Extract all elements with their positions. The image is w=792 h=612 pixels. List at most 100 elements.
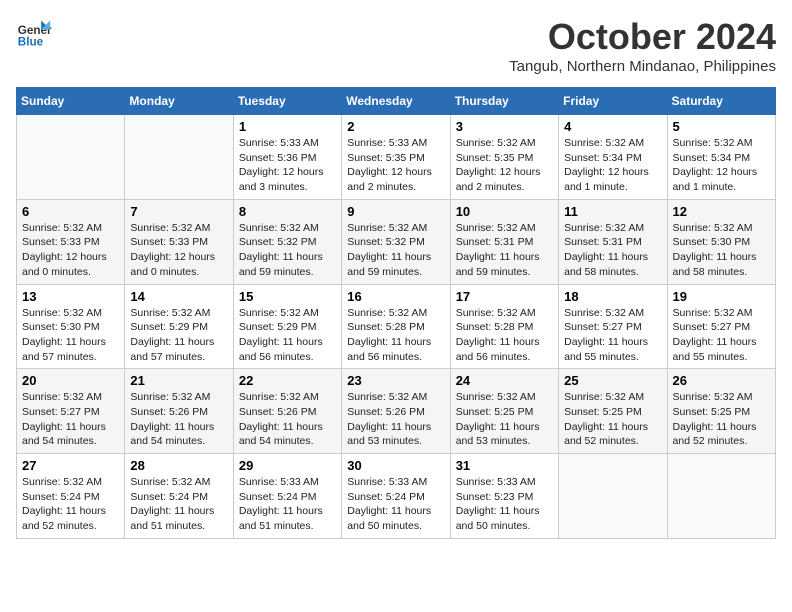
day-number: 26	[673, 373, 770, 388]
calendar-cell: 2Sunrise: 5:33 AM Sunset: 5:35 PM Daylig…	[342, 115, 450, 200]
calendar-week-row: 6 Sunrise: 5:32 AM Sunset: 5:33 PM Daylig…	[17, 199, 776, 284]
day-info: Sunrise: 5:32 AM Sunset: 5:34 PM Dayligh…	[673, 136, 770, 195]
day-number: 25	[564, 373, 661, 388]
day-number: 1	[239, 119, 336, 134]
calendar-cell: 27 Sunrise: 5:32 AM Sunset: 5:24 PM Dayli…	[17, 454, 125, 539]
calendar-week-row: 20 Sunrise: 5:32 AM Sunset: 5:27 PM Dayli…	[17, 369, 776, 454]
day-info: Sunrise: 5:32 AM Sunset: 5:33 PM Dayligh…	[22, 221, 119, 280]
day-number: 2	[347, 119, 444, 134]
calendar-header-row: SundayMondayTuesdayWednesdayThursdayFrid…	[17, 88, 776, 115]
weekday-header-tuesday: Tuesday	[233, 88, 341, 115]
day-info: Sunrise: 5:32 AM Sunset: 5:26 PM Dayligh…	[130, 390, 227, 449]
day-info: Sunrise: 5:33 AM Sunset: 5:24 PM Dayligh…	[239, 475, 336, 534]
weekday-header-friday: Friday	[559, 88, 667, 115]
day-info: Sunrise: 5:32 AM Sunset: 5:32 PM Dayligh…	[239, 221, 336, 280]
day-number: 3	[456, 119, 553, 134]
day-number: 16	[347, 289, 444, 304]
day-number: 20	[22, 373, 119, 388]
calendar-cell: 24 Sunrise: 5:32 AM Sunset: 5:25 PM Dayli…	[450, 369, 558, 454]
day-number: 14	[130, 289, 227, 304]
day-number: 22	[239, 373, 336, 388]
calendar-cell: 10 Sunrise: 5:32 AM Sunset: 5:31 PM Dayli…	[450, 199, 558, 284]
title-block: October 2024 Tangub, Northern Mindanao, …	[509, 16, 776, 75]
day-info: Sunrise: 5:32 AM Sunset: 5:27 PM Dayligh…	[673, 306, 770, 365]
weekday-header-saturday: Saturday	[667, 88, 775, 115]
day-number: 18	[564, 289, 661, 304]
day-info: Sunrise: 5:32 AM Sunset: 5:27 PM Dayligh…	[564, 306, 661, 365]
day-info: Sunrise: 5:32 AM Sunset: 5:26 PM Dayligh…	[239, 390, 336, 449]
day-info: Sunrise: 5:32 AM Sunset: 5:30 PM Dayligh…	[22, 306, 119, 365]
calendar-week-row: 27 Sunrise: 5:32 AM Sunset: 5:24 PM Dayli…	[17, 454, 776, 539]
calendar-cell: 29Sunrise: 5:33 AM Sunset: 5:24 PM Dayli…	[233, 454, 341, 539]
calendar-cell: 4Sunrise: 5:32 AM Sunset: 5:34 PM Daylig…	[559, 115, 667, 200]
calendar-cell	[125, 115, 233, 200]
day-number: 17	[456, 289, 553, 304]
calendar-cell: 6 Sunrise: 5:32 AM Sunset: 5:33 PM Daylig…	[17, 199, 125, 284]
day-info: Sunrise: 5:32 AM Sunset: 5:31 PM Dayligh…	[564, 221, 661, 280]
day-number: 30	[347, 458, 444, 473]
calendar-cell: 14 Sunrise: 5:32 AM Sunset: 5:29 PM Dayli…	[125, 284, 233, 369]
day-info: Sunrise: 5:32 AM Sunset: 5:25 PM Dayligh…	[456, 390, 553, 449]
day-info: Sunrise: 5:33 AM Sunset: 5:36 PM Dayligh…	[239, 136, 336, 195]
calendar-cell: 7 Sunrise: 5:32 AM Sunset: 5:33 PM Daylig…	[125, 199, 233, 284]
calendar-cell: 30 Sunrise: 5:33 AM Sunset: 5:24 PM Dayli…	[342, 454, 450, 539]
day-number: 6	[22, 204, 119, 219]
weekday-header-wednesday: Wednesday	[342, 88, 450, 115]
calendar-cell: 12Sunrise: 5:32 AM Sunset: 5:30 PM Dayli…	[667, 199, 775, 284]
calendar-cell: 21 Sunrise: 5:32 AM Sunset: 5:26 PM Dayli…	[125, 369, 233, 454]
calendar-week-row: 1 Sunrise: 5:33 AM Sunset: 5:36 PM Daylig…	[17, 115, 776, 200]
calendar-cell: 11 Sunrise: 5:32 AM Sunset: 5:31 PM Dayli…	[559, 199, 667, 284]
day-number: 5	[673, 119, 770, 134]
calendar-cell: 28 Sunrise: 5:32 AM Sunset: 5:24 PM Dayli…	[125, 454, 233, 539]
day-info: Sunrise: 5:32 AM Sunset: 5:31 PM Dayligh…	[456, 221, 553, 280]
day-info: Sunrise: 5:32 AM Sunset: 5:34 PM Dayligh…	[564, 136, 661, 195]
calendar-cell	[17, 115, 125, 200]
day-number: 21	[130, 373, 227, 388]
logo-icon: General Blue	[16, 16, 52, 52]
calendar-cell: 22 Sunrise: 5:32 AM Sunset: 5:26 PM Dayli…	[233, 369, 341, 454]
day-info: Sunrise: 5:32 AM Sunset: 5:25 PM Dayligh…	[673, 390, 770, 449]
calendar-cell: 15Sunrise: 5:32 AM Sunset: 5:29 PM Dayli…	[233, 284, 341, 369]
month-title: October 2024	[509, 16, 776, 58]
day-info: Sunrise: 5:32 AM Sunset: 5:29 PM Dayligh…	[130, 306, 227, 365]
calendar-week-row: 13 Sunrise: 5:32 AM Sunset: 5:30 PM Dayli…	[17, 284, 776, 369]
day-number: 15	[239, 289, 336, 304]
calendar-cell: 1 Sunrise: 5:33 AM Sunset: 5:36 PM Daylig…	[233, 115, 341, 200]
calendar-cell: 26 Sunrise: 5:32 AM Sunset: 5:25 PM Dayli…	[667, 369, 775, 454]
day-number: 24	[456, 373, 553, 388]
day-number: 19	[673, 289, 770, 304]
day-info: Sunrise: 5:32 AM Sunset: 5:25 PM Dayligh…	[564, 390, 661, 449]
logo: General Blue	[16, 16, 52, 52]
day-info: Sunrise: 5:33 AM Sunset: 5:23 PM Dayligh…	[456, 475, 553, 534]
day-info: Sunrise: 5:32 AM Sunset: 5:28 PM Dayligh…	[456, 306, 553, 365]
day-number: 7	[130, 204, 227, 219]
day-number: 11	[564, 204, 661, 219]
day-number: 13	[22, 289, 119, 304]
day-number: 8	[239, 204, 336, 219]
day-info: Sunrise: 5:32 AM Sunset: 5:24 PM Dayligh…	[130, 475, 227, 534]
day-info: Sunrise: 5:32 AM Sunset: 5:30 PM Dayligh…	[673, 221, 770, 280]
weekday-header-monday: Monday	[125, 88, 233, 115]
day-number: 10	[456, 204, 553, 219]
weekday-header-sunday: Sunday	[17, 88, 125, 115]
svg-text:Blue: Blue	[18, 36, 44, 49]
day-number: 28	[130, 458, 227, 473]
calendar-cell: 3Sunrise: 5:32 AM Sunset: 5:35 PM Daylig…	[450, 115, 558, 200]
day-number: 31	[456, 458, 553, 473]
calendar-cell: 17 Sunrise: 5:32 AM Sunset: 5:28 PM Dayli…	[450, 284, 558, 369]
calendar-table: SundayMondayTuesdayWednesdayThursdayFrid…	[16, 87, 776, 539]
calendar-cell: 25 Sunrise: 5:32 AM Sunset: 5:25 PM Dayli…	[559, 369, 667, 454]
calendar-cell: 5 Sunrise: 5:32 AM Sunset: 5:34 PM Daylig…	[667, 115, 775, 200]
day-info: Sunrise: 5:33 AM Sunset: 5:24 PM Dayligh…	[347, 475, 444, 534]
calendar-cell: 13 Sunrise: 5:32 AM Sunset: 5:30 PM Dayli…	[17, 284, 125, 369]
day-info: Sunrise: 5:32 AM Sunset: 5:27 PM Dayligh…	[22, 390, 119, 449]
day-info: Sunrise: 5:32 AM Sunset: 5:24 PM Dayligh…	[22, 475, 119, 534]
calendar-cell: 8 Sunrise: 5:32 AM Sunset: 5:32 PM Daylig…	[233, 199, 341, 284]
calendar-cell	[559, 454, 667, 539]
location-title: Tangub, Northern Mindanao, Philippines	[509, 58, 776, 75]
day-number: 27	[22, 458, 119, 473]
calendar-cell: 16Sunrise: 5:32 AM Sunset: 5:28 PM Dayli…	[342, 284, 450, 369]
calendar-cell: 23Sunrise: 5:32 AM Sunset: 5:26 PM Dayli…	[342, 369, 450, 454]
calendar-cell: 18 Sunrise: 5:32 AM Sunset: 5:27 PM Dayli…	[559, 284, 667, 369]
day-info: Sunrise: 5:32 AM Sunset: 5:33 PM Dayligh…	[130, 221, 227, 280]
